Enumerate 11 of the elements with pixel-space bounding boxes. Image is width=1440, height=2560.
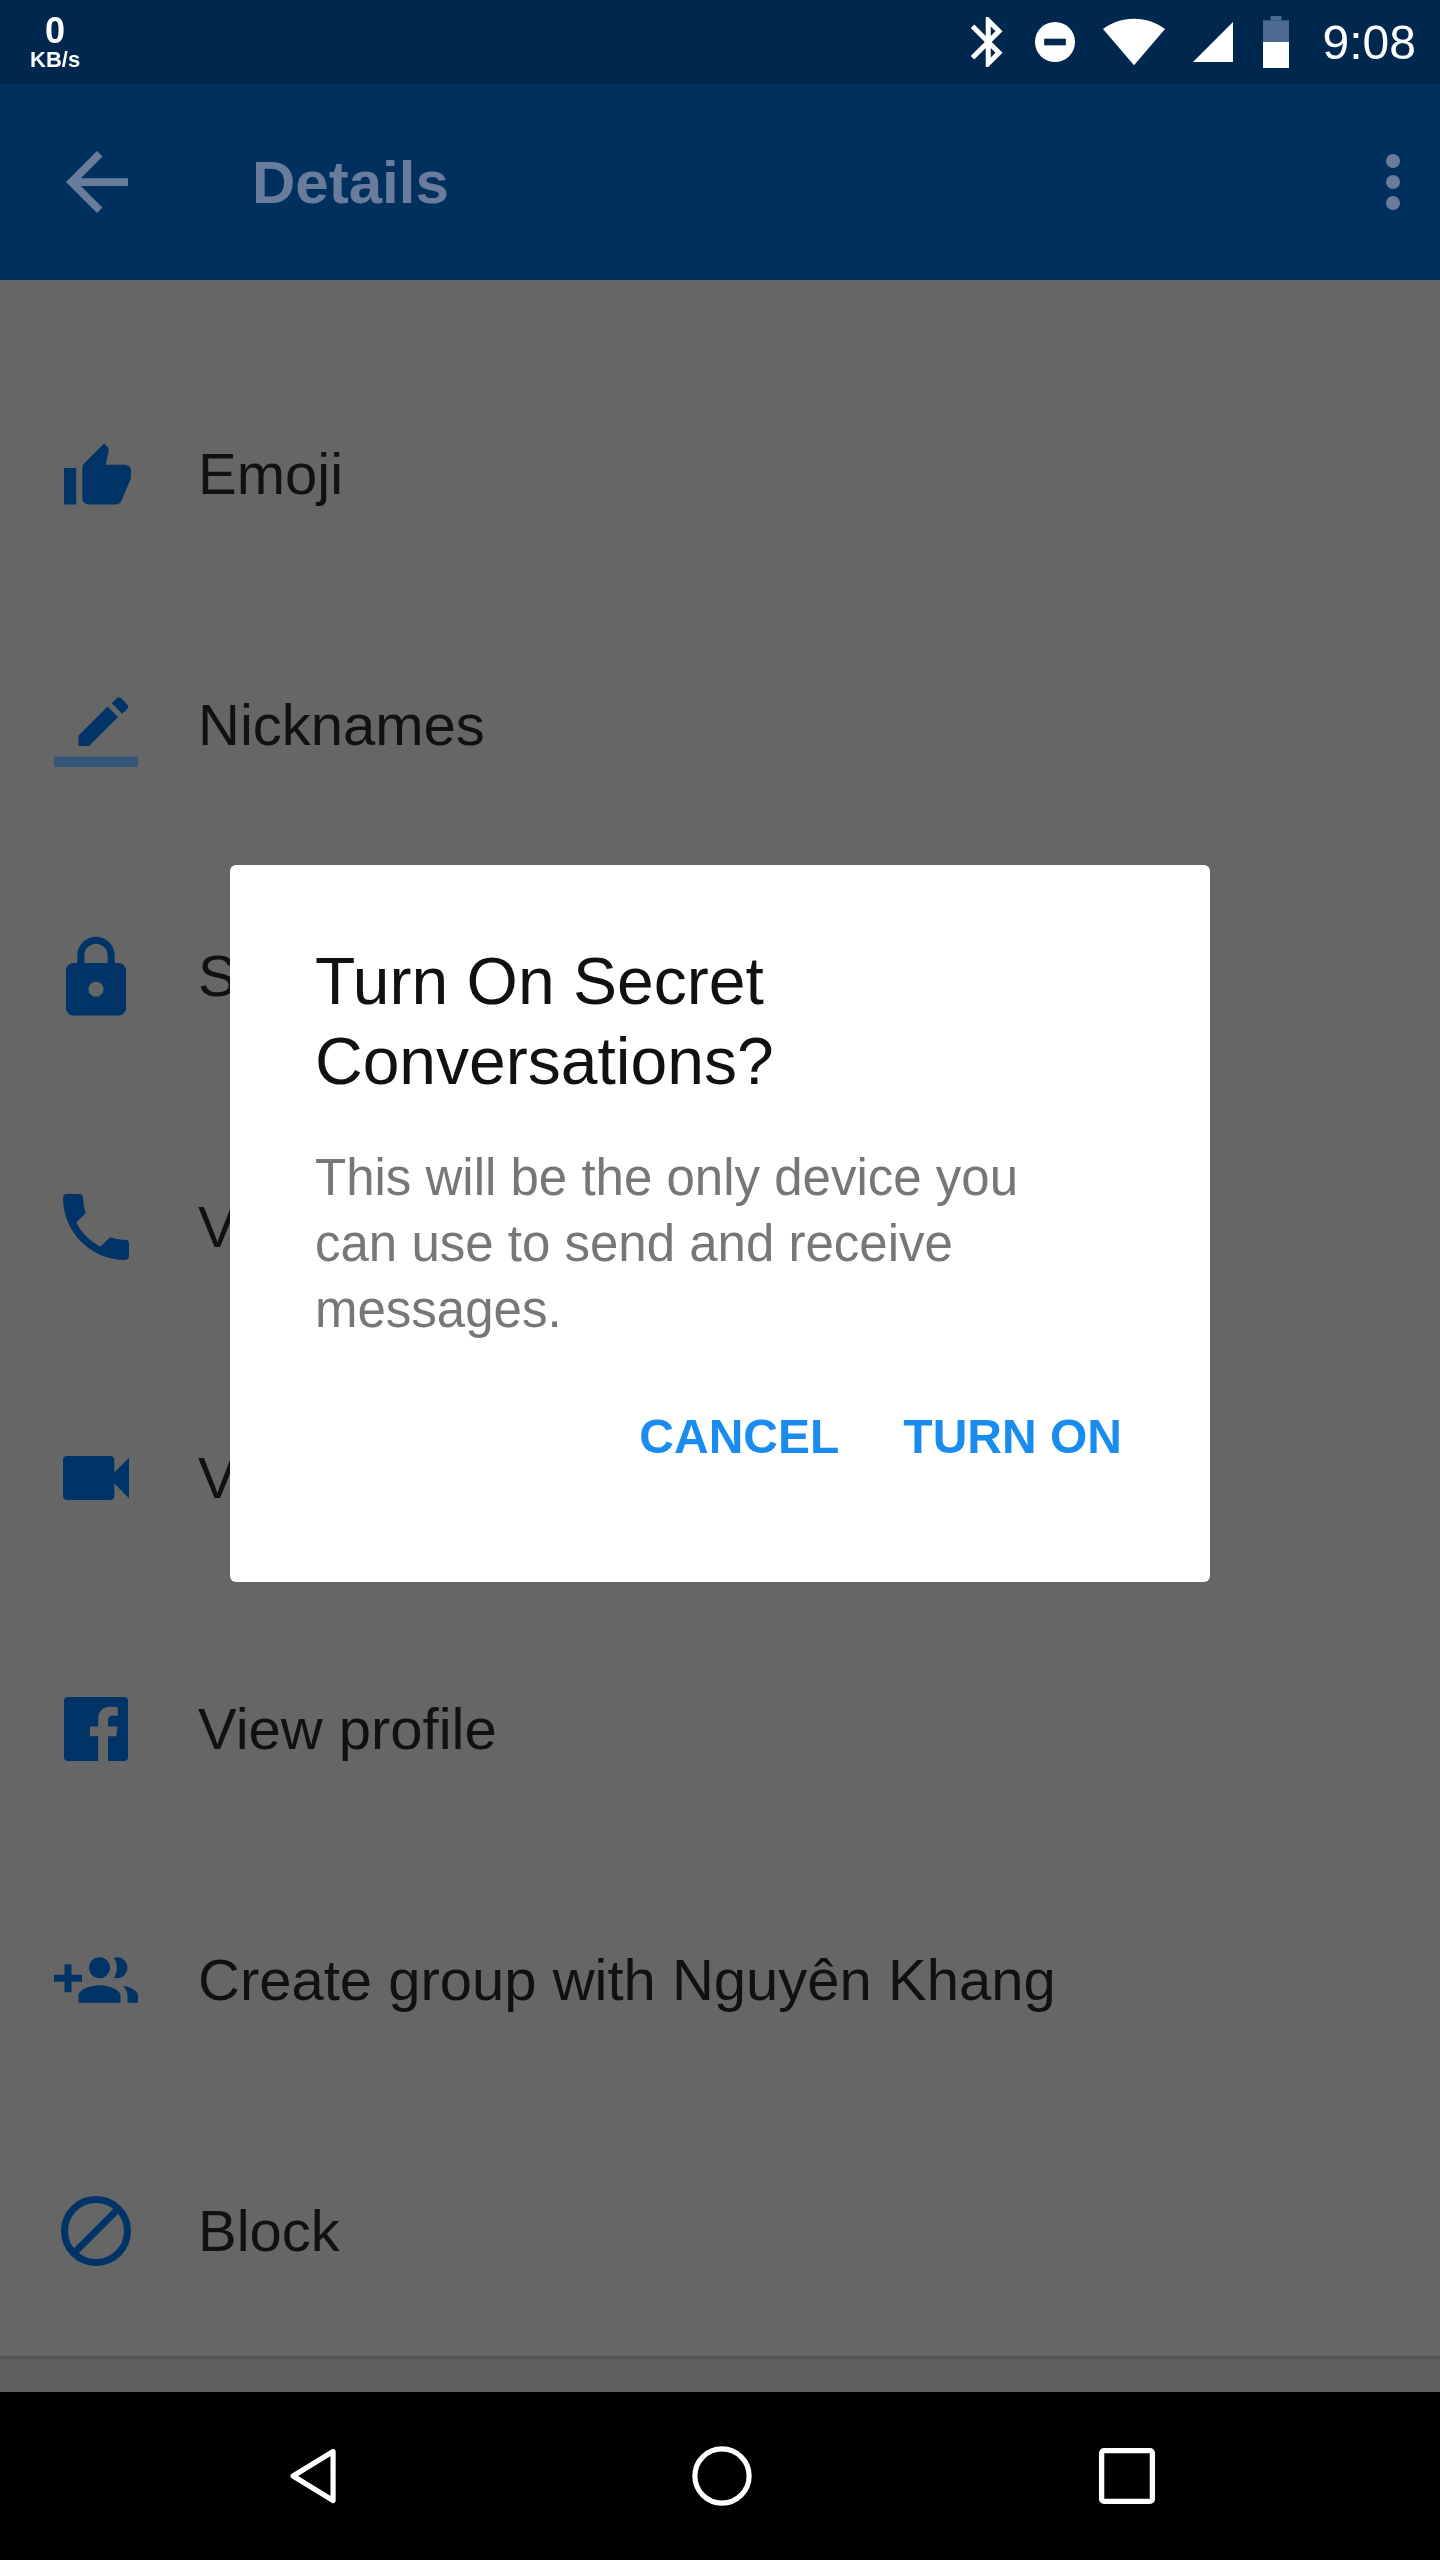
clock-time: 9:08: [1322, 14, 1416, 70]
menu-item-label: Nicknames: [198, 691, 485, 758]
menu-item-label: View profile: [198, 1695, 497, 1762]
network-speed-value: 0: [45, 13, 66, 49]
menu-item-label: Create group with Nguyên Khang: [198, 1946, 1056, 2013]
dialog-title: Turn On Secret Conversations?: [315, 943, 775, 1100]
dialog-message: This will be the only device you can use to send and receive messages.: [315, 1148, 1020, 1340]
network-speed-unit: KB/s: [30, 49, 81, 71]
menu-item-label: Emoji: [198, 440, 344, 507]
screen-title: Details: [252, 147, 450, 217]
menu-item-label: Block: [198, 2197, 340, 2264]
